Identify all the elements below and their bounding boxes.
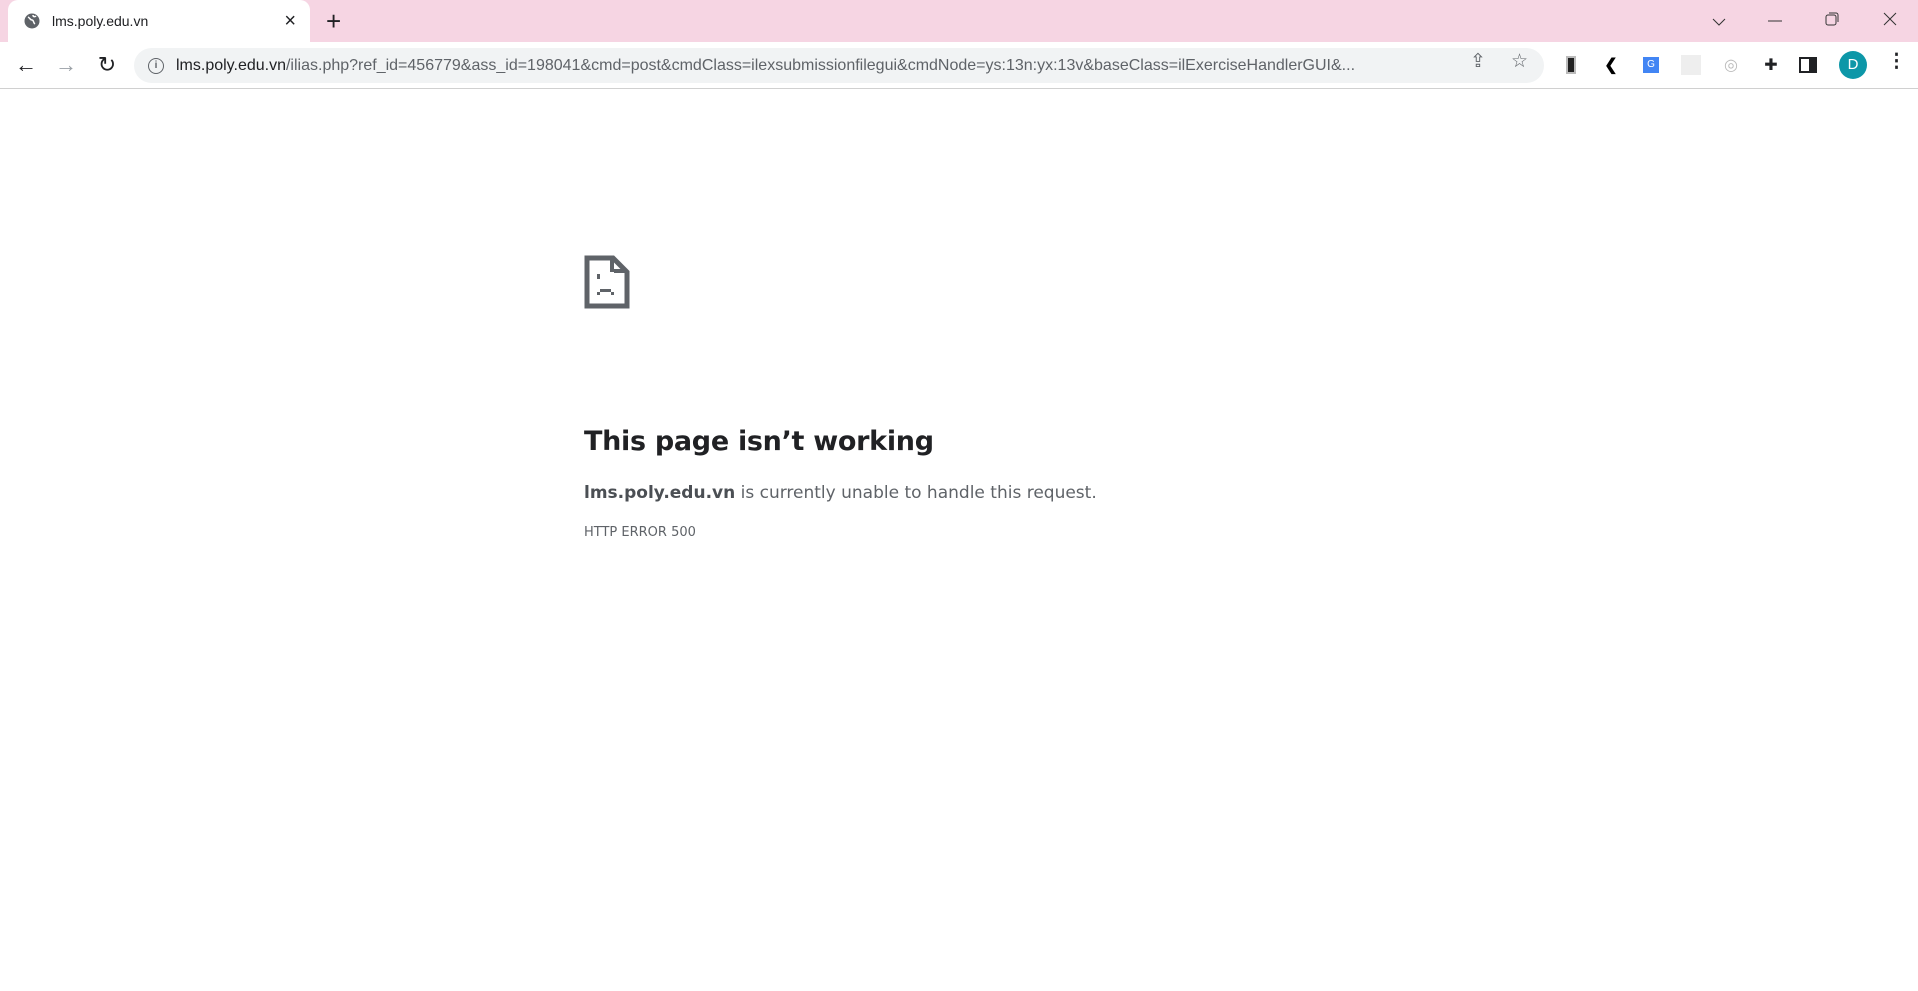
share-icon[interactable]: ⇪ [1470, 50, 1486, 73]
side-panel-icon[interactable] [1797, 54, 1819, 76]
error-title: This page isn’t working [584, 426, 934, 457]
menu-icon[interactable]: ⋮ [1887, 50, 1906, 73]
url-text[interactable]: lms.poly.edu.vn/ilias.php?ref_id=456779&… [176, 57, 1466, 75]
globe-icon [24, 13, 40, 29]
star-icon[interactable]: ☆ [1511, 50, 1528, 73]
error-host: lms.poly.edu.vn [584, 483, 736, 503]
url-path: /ilias.php?ref_id=456779&ass_id=198041&c… [285, 56, 1356, 74]
profile-avatar[interactable]: D [1839, 51, 1867, 79]
error-code: HTTP ERROR 500 [584, 525, 696, 540]
error-message: is currently unable to handle this reque… [735, 483, 1097, 503]
error-description: lms.poly.edu.vn is currently unable to h… [584, 483, 1284, 503]
error-content: This page isn’t working lms.poly.edu.vn … [584, 255, 1284, 540]
restore-icon [1825, 12, 1839, 26]
info-icon[interactable]: i [148, 57, 164, 74]
extension-back-icon[interactable]: ❮ [1600, 54, 1622, 76]
address-bar[interactable]: i lms.poly.edu.vn/ilias.php?ref_id=45677… [134, 48, 1544, 83]
url-host: lms.poly.edu.vn [176, 56, 286, 74]
arrow-left-icon: ← [15, 52, 37, 77]
restore-button[interactable] [1812, 4, 1852, 36]
tab-search-button[interactable] [1699, 4, 1739, 36]
tab-title: lms.poly.edu.vn [52, 13, 149, 29]
arrow-right-icon: → [55, 52, 77, 77]
extension-pattern-icon[interactable] [1680, 54, 1702, 76]
sad-page-icon [584, 255, 630, 309]
tab-strip: lms.poly.edu.vn × + [0, 0, 1918, 42]
back-button[interactable]: ← [11, 50, 41, 80]
toolbar: ← → ↻ i lms.poly.edu.vn/ilias.php?ref_id… [0, 42, 1918, 89]
tab-close-button[interactable]: × [284, 10, 296, 33]
extension-phone-icon[interactable] [1560, 54, 1582, 76]
new-tab-button[interactable]: + [326, 6, 341, 36]
tab-active[interactable]: lms.poly.edu.vn × [8, 0, 310, 42]
close-icon [1883, 12, 1897, 26]
chevron-down-icon [1712, 18, 1726, 26]
close-window-button[interactable] [1870, 4, 1910, 36]
extension-circle-icon[interactable]: ◎ [1720, 54, 1742, 76]
reload-button[interactable]: ↻ [92, 50, 122, 80]
google-translate-icon[interactable]: G [1640, 54, 1662, 76]
extensions-puzzle-icon[interactable]: ✚ [1760, 54, 1782, 76]
forward-button[interactable]: → [51, 50, 81, 80]
reload-icon: ↻ [97, 52, 117, 77]
minimize-icon [1768, 20, 1782, 22]
minimize-button[interactable] [1755, 4, 1795, 36]
